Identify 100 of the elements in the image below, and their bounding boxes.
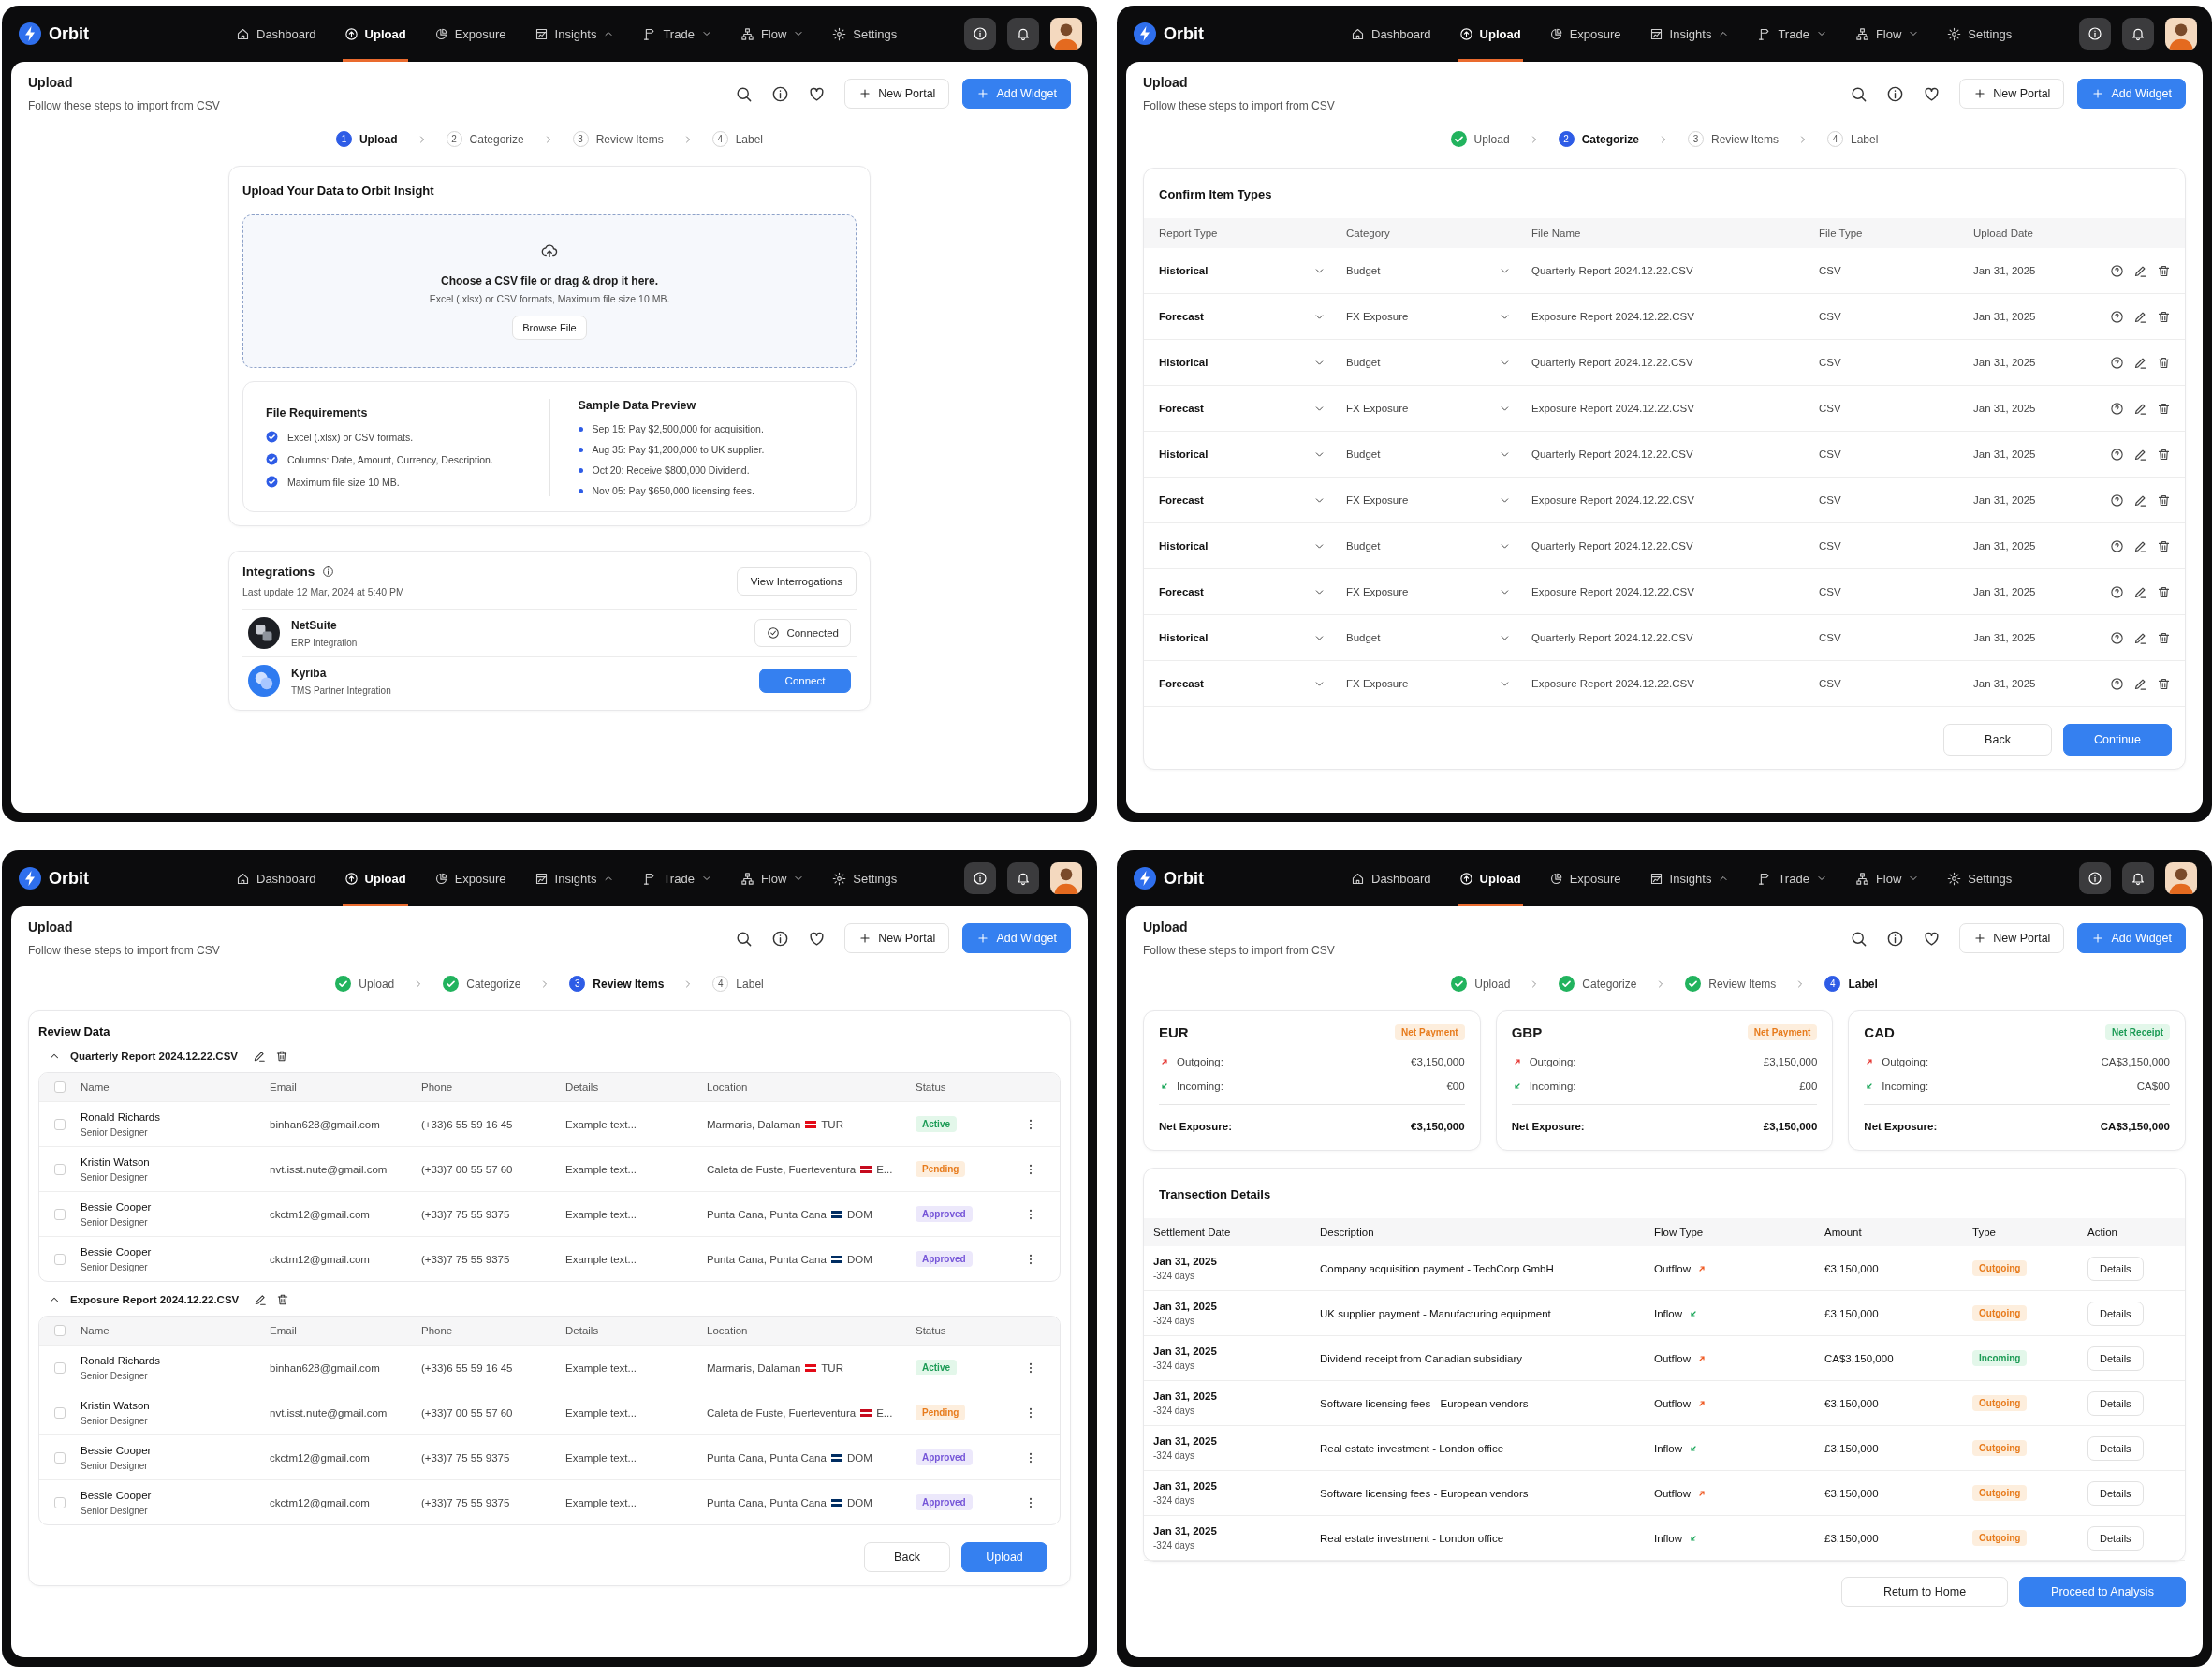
- avatar[interactable]: [2165, 18, 2197, 50]
- nav-tab[interactable]: Settings: [1945, 850, 2014, 906]
- notifications-button[interactable]: [2122, 862, 2154, 894]
- search-icon[interactable]: [1850, 84, 1868, 103]
- nav-tab[interactable]: Insights: [1647, 6, 1732, 62]
- stepper-step[interactable]: Upload: [1451, 976, 1511, 992]
- nav-tab[interactable]: Trade: [640, 850, 714, 906]
- search-icon[interactable]: [735, 84, 754, 103]
- checkbox[interactable]: [54, 1451, 66, 1464]
- notifications-button[interactable]: [1007, 18, 1039, 50]
- notifications-button[interactable]: [1007, 862, 1039, 894]
- report-type-dropdown[interactable]: Historical: [1159, 539, 1346, 552]
- help-icon[interactable]: [2110, 355, 2124, 370]
- stepper-step[interactable]: Categorize: [443, 976, 521, 992]
- report-type-dropdown[interactable]: Historical: [1159, 356, 1346, 369]
- checkbox[interactable]: [54, 1163, 66, 1175]
- add-widget-button[interactable]: Add Widget: [2077, 79, 2186, 109]
- nav-tab[interactable]: Trade: [1755, 850, 1829, 906]
- nav-tab[interactable]: Trade: [640, 6, 714, 62]
- trash-icon[interactable]: [2157, 538, 2171, 553]
- info-icon[interactable]: [1886, 84, 1905, 103]
- primary-button[interactable]: Upload: [961, 1542, 1047, 1572]
- checkbox[interactable]: [54, 1406, 66, 1419]
- category-dropdown[interactable]: FX Exposure: [1346, 493, 1531, 507]
- details-button[interactable]: Details: [2087, 1301, 2144, 1326]
- nav-tab[interactable]: Dashboard: [234, 6, 318, 62]
- search-icon[interactable]: [1850, 929, 1868, 948]
- report-type-dropdown[interactable]: Forecast: [1159, 310, 1346, 323]
- info-button[interactable]: [2079, 18, 2111, 50]
- nav-tab[interactable]: Exposure: [432, 6, 508, 62]
- stepper-step[interactable]: 2 Categorize: [446, 131, 524, 147]
- category-dropdown[interactable]: Budget: [1346, 539, 1531, 552]
- help-icon[interactable]: [2110, 263, 2124, 278]
- new-portal-button[interactable]: New Portal: [844, 923, 950, 953]
- details-button[interactable]: Details: [2087, 1480, 2144, 1506]
- stepper-step[interactable]: Categorize: [1559, 976, 1637, 992]
- category-dropdown[interactable]: Budget: [1346, 356, 1531, 369]
- stepper-step[interactable]: 3 Review Items: [569, 976, 665, 992]
- view-button[interactable]: View Interrogations: [736, 566, 857, 596]
- help-icon[interactable]: [2110, 493, 2124, 508]
- stepper-step[interactable]: 4 Label: [711, 131, 764, 147]
- info-icon[interactable]: [771, 84, 790, 103]
- help-icon[interactable]: [2110, 676, 2124, 691]
- checkbox[interactable]: [54, 1253, 66, 1265]
- nav-tab[interactable]: Flow: [738, 850, 807, 906]
- add-widget-button[interactable]: Add Widget: [2077, 923, 2186, 953]
- trash-icon[interactable]: [2157, 630, 2171, 645]
- help-icon[interactable]: [2110, 584, 2124, 599]
- info-icon[interactable]: [771, 929, 790, 948]
- nav-tab[interactable]: Exposure: [1546, 850, 1623, 906]
- nav-tab[interactable]: Settings: [1945, 6, 2014, 62]
- nav-tab[interactable]: Insights: [1647, 850, 1732, 906]
- primary-button[interactable]: Continue: [2063, 724, 2172, 756]
- trash-icon[interactable]: [2157, 401, 2171, 416]
- details-button[interactable]: Details: [2087, 1435, 2144, 1461]
- nav-tab[interactable]: Insights: [532, 850, 617, 906]
- connect-button[interactable]: Connect: [759, 669, 851, 693]
- stepper-step[interactable]: 2 Categorize: [1558, 131, 1639, 147]
- trash-icon[interactable]: [2157, 584, 2171, 599]
- new-portal-button[interactable]: New Portal: [844, 79, 950, 109]
- help-icon[interactable]: [2110, 309, 2124, 324]
- notifications-button[interactable]: [2122, 18, 2154, 50]
- category-dropdown[interactable]: FX Exposure: [1346, 310, 1531, 323]
- stepper-step[interactable]: 3 Review Items: [572, 131, 664, 147]
- stepper-step[interactable]: Review Items: [1685, 976, 1777, 992]
- report-type-dropdown[interactable]: Forecast: [1159, 402, 1346, 415]
- category-dropdown[interactable]: FX Exposure: [1346, 585, 1531, 598]
- nav-tab[interactable]: Dashboard: [1349, 850, 1433, 906]
- browse-file-button[interactable]: Browse File: [512, 316, 587, 340]
- nav-tab[interactable]: Dashboard: [1349, 6, 1433, 62]
- nav-tab[interactable]: Trade: [1755, 6, 1829, 62]
- stepper-step[interactable]: 4 Label: [1824, 976, 1878, 992]
- nav-tab[interactable]: Flow: [738, 6, 807, 62]
- help-icon[interactable]: [2110, 538, 2124, 553]
- help-icon[interactable]: [2110, 630, 2124, 645]
- primary-button[interactable]: Proceed to Analysis: [2019, 1577, 2186, 1607]
- trash-icon[interactable]: [2157, 447, 2171, 462]
- report-type-dropdown[interactable]: Forecast: [1159, 677, 1346, 690]
- report-type-dropdown[interactable]: Forecast: [1159, 585, 1346, 598]
- help-icon[interactable]: [2110, 401, 2124, 416]
- checkbox[interactable]: [54, 1496, 66, 1508]
- checkbox[interactable]: [54, 1208, 66, 1220]
- nav-tab[interactable]: Settings: [830, 850, 900, 906]
- checkbox[interactable]: [54, 1361, 66, 1374]
- checkbox[interactable]: [54, 1081, 66, 1093]
- trash-icon[interactable]: [275, 1050, 288, 1063]
- nav-tab[interactable]: Flow: [1853, 6, 1922, 62]
- secondary-button[interactable]: Return to Home: [1841, 1577, 2008, 1607]
- details-button[interactable]: Details: [2087, 1525, 2144, 1551]
- new-portal-button[interactable]: New Portal: [1959, 923, 2065, 953]
- info-button[interactable]: [964, 862, 996, 894]
- nav-tab[interactable]: Insights: [532, 6, 617, 62]
- avatar[interactable]: [1050, 18, 1082, 50]
- report-type-dropdown[interactable]: Historical: [1159, 448, 1346, 461]
- nav-tab[interactable]: Flow: [1853, 850, 1922, 906]
- nav-tab[interactable]: Exposure: [432, 850, 508, 906]
- stepper-step[interactable]: 1 Upload: [335, 131, 398, 147]
- details-button[interactable]: Details: [2087, 1346, 2144, 1371]
- new-portal-button[interactable]: New Portal: [1959, 79, 2065, 109]
- drop-zone[interactable]: Choose a CSV file or drag & drop it here. Excel (.xlsx) or CSV formats, Maximum file size 10 MB. Browse File: [242, 214, 857, 368]
